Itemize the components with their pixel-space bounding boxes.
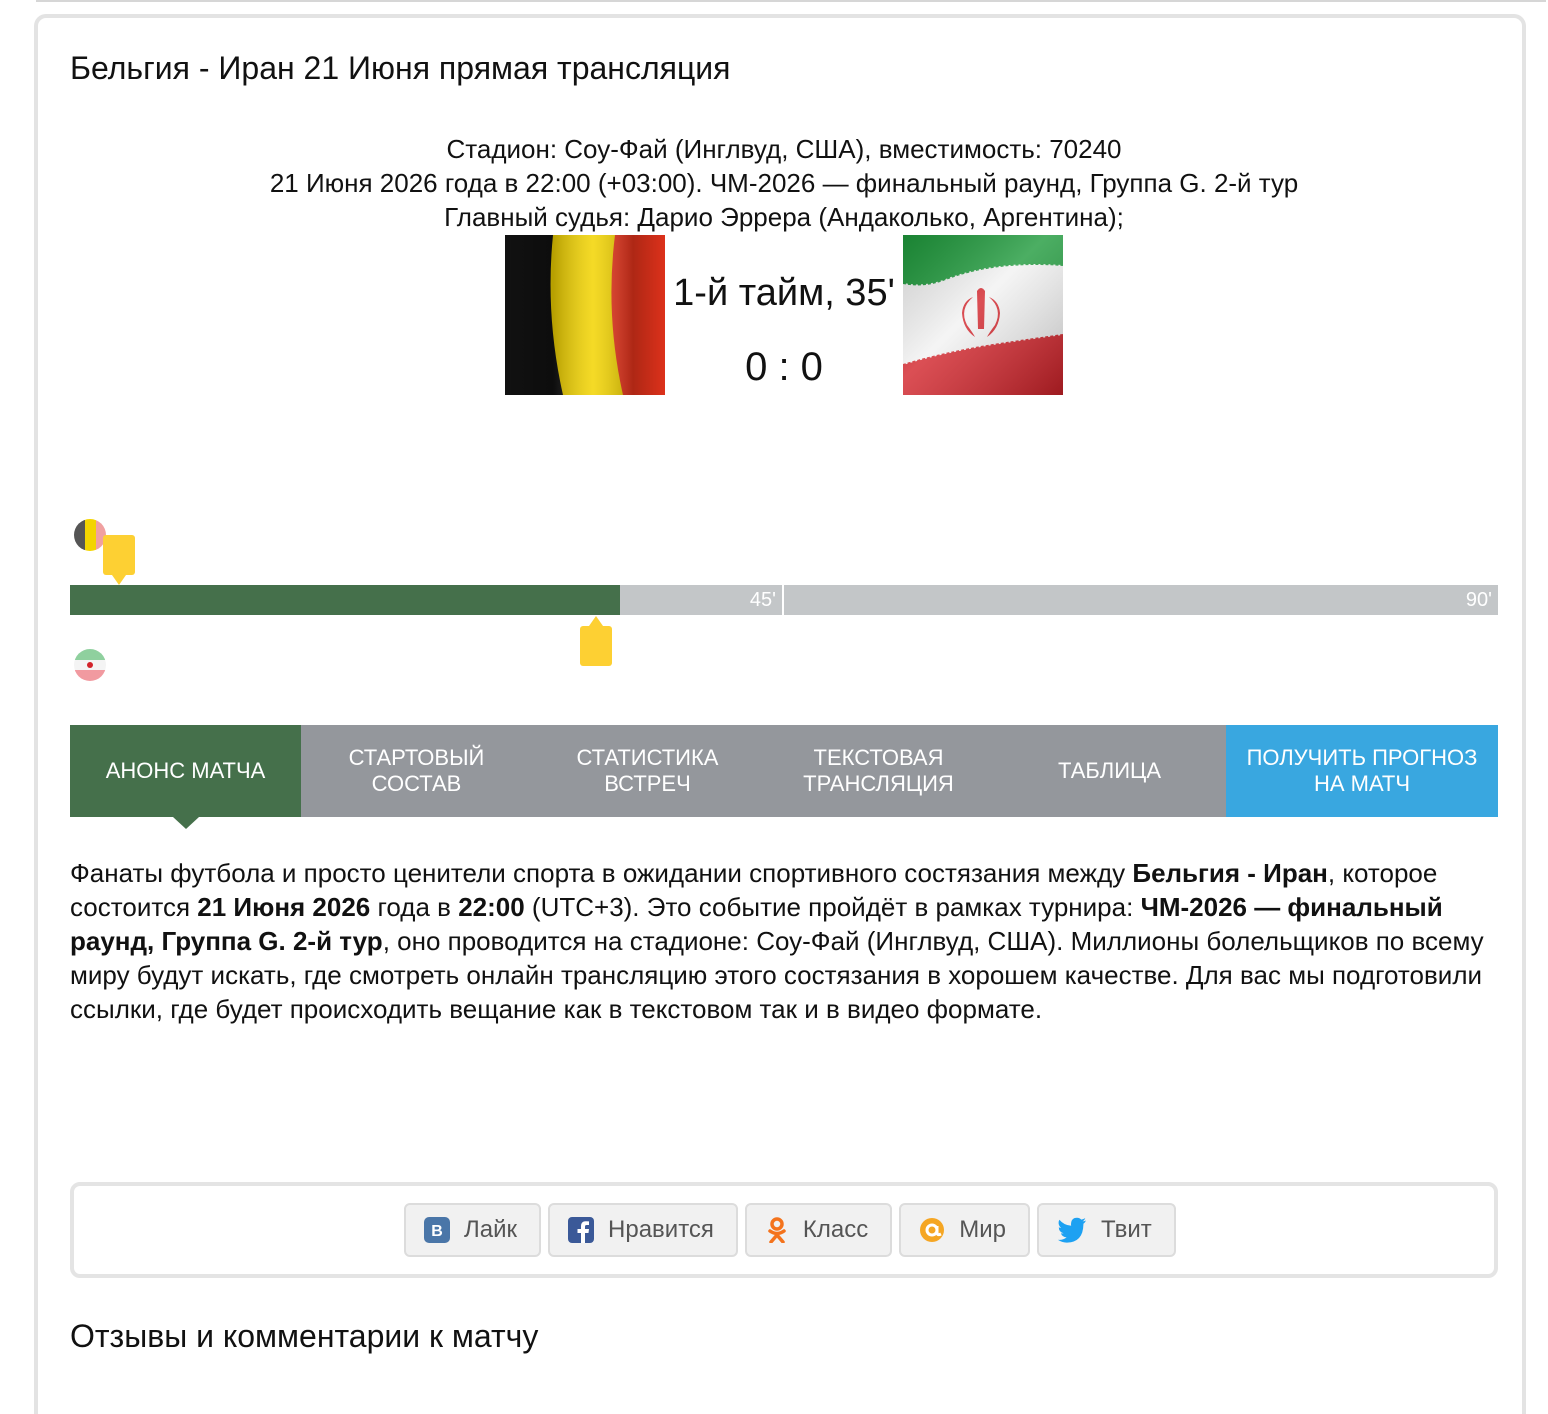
share-odnoklassniki-button[interactable]: Класс xyxy=(744,1203,893,1257)
tab-announce[interactable]: Анонс матча xyxy=(70,725,301,829)
timeline-half-divider xyxy=(782,585,784,615)
tab-lineup[interactable]: Стартовый состав xyxy=(301,725,532,817)
match-info: Стадион: Соу-Фай (Инглвуд, США), вместим… xyxy=(70,132,1498,234)
share-mailru-button[interactable]: Мир xyxy=(899,1203,1031,1257)
get-forecast-button[interactable]: Получить прогноз на матч xyxy=(1226,725,1498,817)
match-tabs: Анонс матча Стартовый состав Статистика … xyxy=(70,725,1498,829)
tab-text-broadcast[interactable]: Текстовая трансляция xyxy=(763,725,994,817)
timeline-full-label: 90' xyxy=(1465,589,1492,611)
page-title: Бельгия - Иран 21 Июня прямая трансляция xyxy=(70,50,731,86)
share-box: B Лайк Нравится Класс Мир Твит xyxy=(70,1182,1498,1278)
match-status: 1-й тайм, 35' xyxy=(673,272,895,314)
match-announce-text: Фанаты футбола и просто ценители спорта … xyxy=(70,858,1484,1024)
timeline-elapsed xyxy=(70,585,620,615)
away-team-badge xyxy=(74,649,106,681)
svg-text:B: B xyxy=(431,1223,443,1240)
facebook-icon xyxy=(568,1217,595,1243)
match-timeline: 45' 90' xyxy=(70,585,1498,615)
comments-title: Отзывы и комментарии к матчу xyxy=(70,1318,539,1354)
match-score: 0 : 0 xyxy=(745,345,823,389)
tab-head-to-head[interactable]: Статистика встреч xyxy=(532,725,763,817)
announce-date: 21 Июня 2026 xyxy=(197,892,371,922)
announce-time: 22:00 xyxy=(458,892,525,922)
announce-teams: Бельгия - Иран xyxy=(1132,858,1328,888)
share-buttons: B Лайк Нравится Класс Мир Твит xyxy=(404,1203,1176,1257)
twitter-icon xyxy=(1057,1217,1087,1243)
mailru-icon xyxy=(920,1218,945,1242)
vk-icon: B xyxy=(424,1217,450,1243)
share-facebook-button[interactable]: Нравится xyxy=(548,1203,738,1257)
odnoklassniki-icon xyxy=(768,1217,786,1243)
referee-line: Главный судья: Дарио Эррера (Андаколько,… xyxy=(444,202,1124,232)
timeline-half-label: 45' xyxy=(749,589,776,611)
yellow-card-marker-away[interactable] xyxy=(580,616,612,673)
share-twitter-button[interactable]: Твит xyxy=(1037,1203,1176,1257)
belgium-flag xyxy=(505,235,665,395)
tab-table[interactable]: Таблица xyxy=(994,725,1225,817)
iran-flag xyxy=(903,235,1063,395)
stadium-line: Стадион: Соу-Фай (Инглвуд, США), вместим… xyxy=(446,134,1122,164)
share-vk-button[interactable]: B Лайк xyxy=(404,1203,542,1257)
top-divider xyxy=(36,0,1546,2)
home-team-badge xyxy=(74,519,106,551)
yellow-card-marker-home[interactable] xyxy=(103,535,135,592)
date-line: 21 Июня 2026 года в 22:00 (+03:00). ЧМ-2… xyxy=(269,168,1299,198)
